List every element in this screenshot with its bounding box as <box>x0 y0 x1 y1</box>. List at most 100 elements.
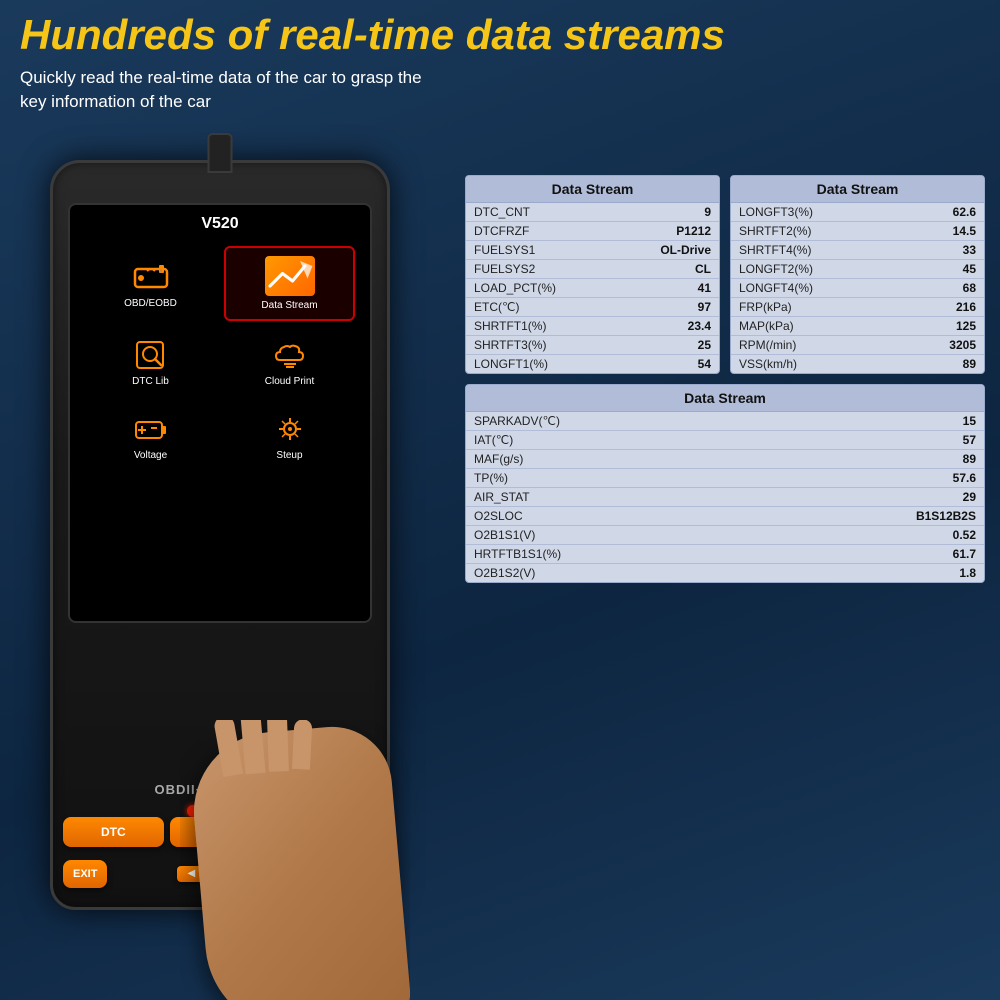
header: Hundreds of real-time data streams Quick… <box>20 12 980 114</box>
datastream-label: Data Stream <box>261 300 317 311</box>
menu-item-datastream[interactable]: Data Stream <box>224 246 355 321</box>
table-row: SHRTFT3(%) 25 <box>466 336 719 355</box>
table2-header: Data Stream <box>731 176 984 203</box>
page-title: Hundreds of real-time data streams <box>20 12 980 58</box>
row-label: FUELSYS1 <box>474 243 535 257</box>
screen-content: V520 <box>70 205 370 621</box>
row-value: 125 <box>956 319 976 333</box>
table-row: FUELSYS2CL <box>466 260 719 279</box>
row-label: LONGFT4(%) <box>739 281 813 295</box>
row-value: 23.4 <box>688 319 711 333</box>
table2-rows: LONGFT3(%) 62.6 SHRTFT2(%)14.5 SHRTFT4(%) 33… <box>731 203 984 373</box>
table-row: TP(%)57.6 <box>466 469 984 488</box>
menu-item-dtclib[interactable]: DTC Lib <box>85 329 216 395</box>
data-table-1: Data Stream DTC_CNT9 DTCFRZF P1212 FUELSYS1… <box>465 175 720 374</box>
table-row: SHRTFT1(%) 23.4 <box>466 317 719 336</box>
table-row: LONGFT2(%) 45 <box>731 260 984 279</box>
row-value: 41 <box>698 281 711 295</box>
table-row: O2B1S2(V) 1.8 <box>466 564 984 582</box>
row-value: 216 <box>956 300 976 314</box>
page-subtitle: Quickly read the real-time data of the c… <box>20 66 980 114</box>
dtc-button[interactable]: DTC <box>63 817 164 847</box>
table-row: LONGFT1(%) 54 <box>466 355 719 373</box>
table-row: O2B1S1(V)0.52 <box>466 526 984 545</box>
row-value: OL-Drive <box>660 243 711 257</box>
row-label: HRTFTB1S1(%) <box>474 547 561 561</box>
dtclib-icon <box>131 337 171 372</box>
table-row: DTCFRZF P1212 <box>466 222 719 241</box>
row-value: 62.6 <box>953 205 976 219</box>
obd-label: OBD/EOBD <box>124 298 177 309</box>
menu-item-cloudprint[interactable]: Cloud Print <box>224 329 355 395</box>
voltage-label: Voltage <box>134 450 167 461</box>
row-label: DTCFRZF <box>474 224 529 238</box>
menu-item-obd[interactable]: OBD/EOBD <box>85 246 216 321</box>
row-value: 33 <box>963 243 976 257</box>
dtclib-label: DTC Lib <box>132 376 169 387</box>
table-row: FUELSYS1 OL-Drive <box>466 241 719 260</box>
row-value: 61.7 <box>953 547 976 561</box>
cloudprint-label: Cloud Print <box>265 376 314 387</box>
cloudprint-icon <box>270 337 310 372</box>
table-row: AIR_STAT29 <box>466 488 984 507</box>
row-value: 25 <box>698 338 711 352</box>
top-tables: Data Stream DTC_CNT9 DTCFRZF P1212 FUELSYS1… <box>465 175 985 374</box>
row-label: O2B1S2(V) <box>474 566 535 580</box>
row-value: 68 <box>963 281 976 295</box>
table1-header: Data Stream <box>466 176 719 203</box>
device-screen: V520 <box>68 203 372 623</box>
row-value: 29 <box>963 490 976 504</box>
row-value: 1.8 <box>959 566 976 580</box>
table-row: MAF(g/s)89 <box>466 450 984 469</box>
row-label: SHRTFT3(%) <box>474 338 546 352</box>
table-row: LONGFT4(%) 68 <box>731 279 984 298</box>
table-row: SHRTFT4(%) 33 <box>731 241 984 260</box>
table-row: DTC_CNT9 <box>466 203 719 222</box>
row-value: P1212 <box>676 224 711 238</box>
table3-header: Data Stream <box>466 385 984 412</box>
row-label: LONGFT1(%) <box>474 357 548 371</box>
table1-rows: DTC_CNT9DTCFRZFP1212FUELSYS1OL-DriveFUEL… <box>466 203 719 373</box>
row-value: 54 <box>698 357 711 371</box>
menu-item-voltage[interactable]: Voltage <box>85 403 216 469</box>
row-value: 97 <box>698 300 711 314</box>
setup-label: Steup <box>276 450 302 461</box>
table-row: LONGFT3(%) 62.6 <box>731 203 984 222</box>
row-value: 14.5 <box>953 224 976 238</box>
row-label: VSS(km/h) <box>739 357 797 371</box>
device-model: V520 <box>80 215 360 233</box>
row-value: 0.52 <box>953 528 976 542</box>
tables-container: Data Stream DTC_CNT9 DTCFRZF P1212 FUELSYS1… <box>465 175 985 583</box>
row-label: MAP(kPa) <box>739 319 794 333</box>
exit-button[interactable]: EXIT <box>63 860 107 888</box>
row-value: 89 <box>963 452 976 466</box>
row-value: 45 <box>963 262 976 276</box>
table3-rows: SPARKADV(℃)15 IAT(℃) 57 MAF(g/s)89TP(%)57.6… <box>466 412 984 582</box>
row-value: 89 <box>963 357 976 371</box>
row-value: CL <box>695 262 711 276</box>
row-label: RPM(/min) <box>739 338 796 352</box>
obd-icon <box>131 259 171 294</box>
setup-icon <box>270 411 310 446</box>
table-row: FRP(kPa)216 <box>731 298 984 317</box>
table-row: HRTFTB1S1(%) 61.7 <box>466 545 984 564</box>
menu-item-setup[interactable]: Steup <box>224 403 355 469</box>
row-value: 57 <box>963 433 976 447</box>
row-value: 3205 <box>949 338 976 352</box>
row-label: SHRTFT4(%) <box>739 243 811 257</box>
row-value: B1S12B2S <box>916 509 976 523</box>
row-label: TP(%) <box>474 471 508 485</box>
table-row: VSS(km/h) 89 <box>731 355 984 373</box>
menu-grid: OBD/EOBD Data Stream <box>80 241 360 474</box>
row-label: SHRTFT1(%) <box>474 319 546 333</box>
table-row: SHRTFT2(%)14.5 <box>731 222 984 241</box>
row-label: LONGFT3(%) <box>739 205 813 219</box>
row-label: O2SLOC <box>474 509 523 523</box>
table-row: MAP(kPa) 125 <box>731 317 984 336</box>
table-row: SPARKADV(℃)15 <box>466 412 984 431</box>
table-row: IAT(℃) 57 <box>466 431 984 450</box>
row-label: LOAD_PCT(%) <box>474 281 556 295</box>
row-label: LONGFT2(%) <box>739 262 813 276</box>
row-label: IAT(℃) <box>474 433 513 447</box>
row-label: DTC_CNT <box>474 205 530 219</box>
